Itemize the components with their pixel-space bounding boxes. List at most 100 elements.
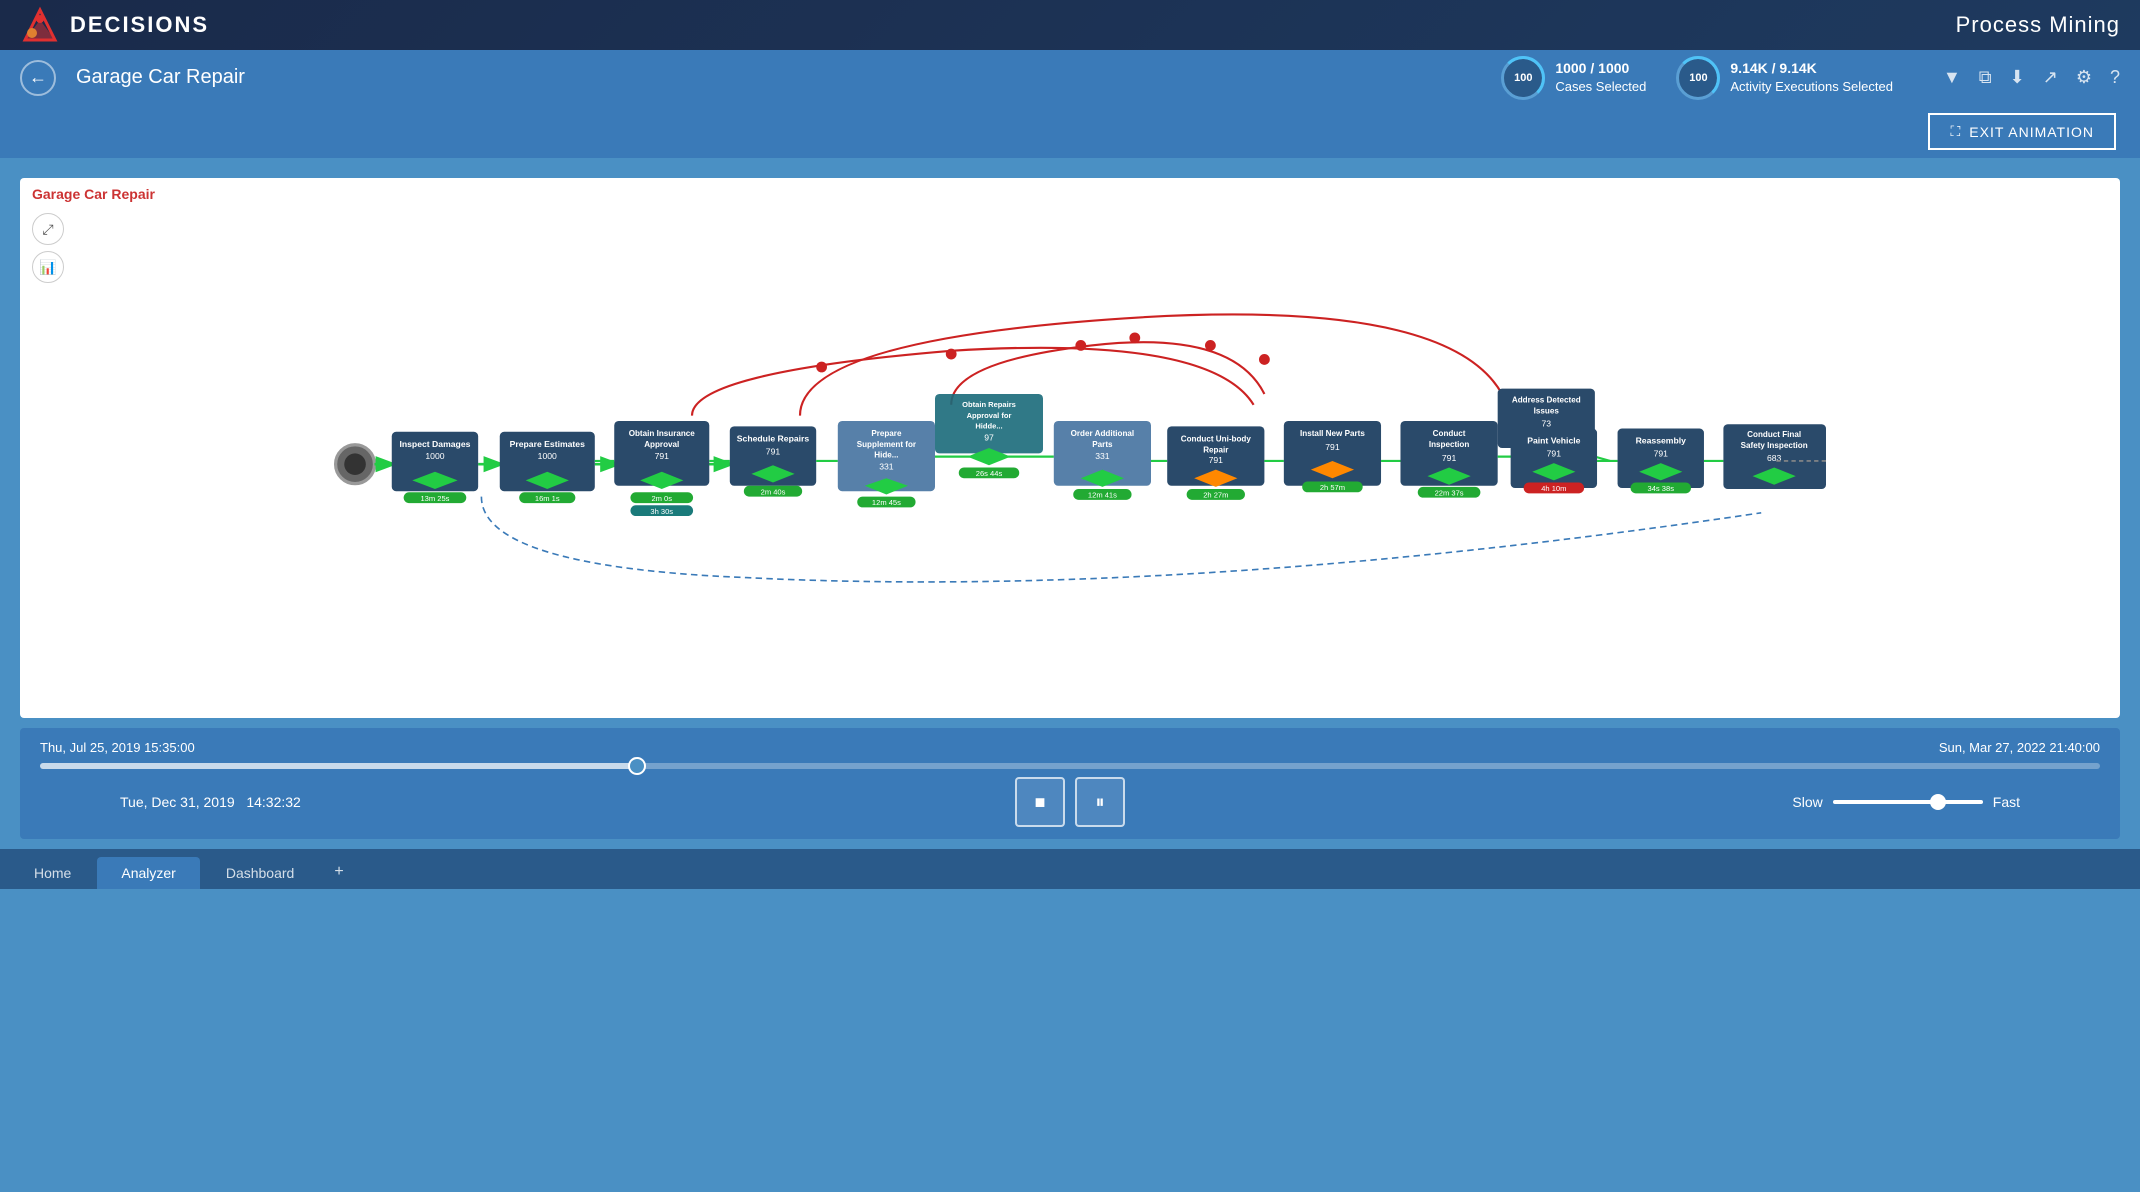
- svg-text:12m 45s: 12m 45s: [872, 498, 901, 507]
- process-canvas[interactable]: Garage Car Repair ⤢ 📊: [20, 178, 2120, 718]
- filter-icon[interactable]: ▼: [1943, 67, 1961, 88]
- svg-text:Conduct: Conduct: [1433, 429, 1466, 438]
- svg-text:Install New Parts: Install New Parts: [1300, 429, 1365, 438]
- svg-text:3h 30s: 3h 30s: [650, 507, 673, 516]
- svg-text:13m 25s: 13m 25s: [420, 494, 449, 503]
- svg-text:Parts: Parts: [1092, 440, 1113, 449]
- speed-slider[interactable]: [1833, 800, 1983, 804]
- node-conduct-unibody[interactable]: Conduct Uni-body Repair 791 2h 27m: [1167, 426, 1264, 499]
- speed-label-fast: Fast: [1993, 794, 2020, 810]
- svg-text:331: 331: [879, 462, 894, 472]
- svg-text:Conduct Uni-body: Conduct Uni-body: [1181, 435, 1252, 444]
- sub-header: ← Garage Car Repair 100 1000 / 1000 Case…: [0, 50, 2140, 105]
- pause-button[interactable]: ⏸: [1075, 777, 1125, 827]
- node-prepare-supplement[interactable]: Prepare Supplement for Hide... 331 12m 4…: [838, 421, 935, 507]
- svg-text:26s 44s: 26s 44s: [976, 469, 1003, 478]
- node-inspect-damages[interactable]: Inspect Damages 1000 13m 25s: [392, 432, 478, 503]
- node-prepare-estimates[interactable]: Prepare Estimates 1000 16m 1s: [500, 432, 595, 503]
- svg-text:791: 791: [1442, 453, 1457, 463]
- node-paint-vehicle[interactable]: Paint Vehicle 791 4h 10m: [1511, 429, 1597, 494]
- page-module-title: Process Mining: [1956, 12, 2120, 38]
- timeline-slider[interactable]: [40, 763, 2100, 769]
- start-inner: [344, 453, 366, 475]
- header-icons: ▼ ⧉ ⬇ ↗ ⚙ ?: [1943, 67, 2120, 88]
- timeline-area: Thu, Jul 25, 2019 15:35:00 Sun, Mar 27, …: [20, 728, 2120, 839]
- cases-percent-badge: 100: [1501, 56, 1545, 100]
- cases-stat: 100 1000 / 1000 Cases Selected: [1501, 56, 1646, 100]
- svg-text:2h 27m: 2h 27m: [1203, 491, 1228, 500]
- main-content: Garage Car Repair ⤢ 📊: [0, 158, 2140, 849]
- svg-text:2m 40s: 2m 40s: [761, 487, 786, 496]
- svg-text:Hidde...: Hidde...: [975, 422, 1002, 431]
- svg-text:Repair: Repair: [1203, 445, 1229, 454]
- download-icon[interactable]: ⬇: [2010, 67, 2025, 88]
- cases-stat-text: 1000 / 1000 Cases Selected: [1555, 59, 1646, 97]
- svg-text:Hide...: Hide...: [874, 451, 898, 460]
- svg-text:Address Detected: Address Detected: [1512, 396, 1581, 405]
- tab-home[interactable]: Home: [10, 857, 95, 889]
- timeline-start-date: Thu, Jul 25, 2019 15:35:00: [40, 740, 195, 755]
- timeline-fill: [40, 763, 637, 769]
- svg-text:Approval for: Approval for: [967, 411, 1012, 420]
- node-conduct-final-inspection[interactable]: Conduct Final Safety Inspection 683: [1723, 424, 1826, 489]
- svg-text:2m 0s: 2m 0s: [651, 494, 672, 503]
- stop-button[interactable]: ■: [1015, 777, 1065, 827]
- executions-stat: 100 9.14K / 9.14K Activity Executions Se…: [1676, 56, 1893, 100]
- app-name: DECISIONS: [70, 12, 209, 38]
- executions-percent-badge: 100: [1676, 56, 1720, 100]
- share-icon[interactable]: ↗: [2043, 67, 2058, 88]
- exit-animation-icon: ⛶: [1950, 123, 1961, 140]
- svg-text:Supplement for: Supplement for: [857, 440, 917, 449]
- node-order-parts[interactable]: Order Additional Parts 331 12m 41s: [1054, 421, 1151, 500]
- logo-icon: [20, 5, 60, 45]
- node-obtain-insurance[interactable]: Obtain Insurance Approval 791 2m 0s 3h 3…: [614, 421, 709, 516]
- stats-area: 100 1000 / 1000 Cases Selected 100 9.14K…: [1501, 56, 2120, 100]
- bottom-tabs: Home Analyzer Dashboard +: [0, 849, 2140, 889]
- tab-analyzer[interactable]: Analyzer: [97, 857, 199, 889]
- help-icon[interactable]: ?: [2110, 67, 2120, 88]
- process-flow-svg: Inspect Damages 1000 13m 25s Prepare Est…: [20, 178, 2120, 718]
- svg-text:73: 73: [1541, 418, 1551, 428]
- settings-icon[interactable]: ⚙: [2076, 67, 2092, 88]
- node-conduct-inspection[interactable]: Conduct Inspection 791 22m 37s: [1400, 421, 1497, 498]
- svg-text:Obtain Insurance: Obtain Insurance: [629, 429, 696, 438]
- svg-text:Safety Inspection: Safety Inspection: [1741, 441, 1808, 450]
- svg-text:16m 1s: 16m 1s: [535, 494, 560, 503]
- node-obtain-repairs-approval[interactable]: Obtain Repairs Approval for Hidde... 97 …: [935, 394, 1043, 478]
- executions-stat-text: 9.14K / 9.14K Activity Executions Select…: [1730, 59, 1893, 97]
- svg-text:791: 791: [1654, 449, 1669, 459]
- svg-text:791: 791: [1325, 442, 1340, 452]
- app-header: DECISIONS Process Mining: [0, 0, 2140, 50]
- svg-text:Paint Vehicle: Paint Vehicle: [1527, 436, 1580, 446]
- svg-text:Schedule Repairs: Schedule Repairs: [737, 434, 810, 444]
- speed-control: Slow Fast: [1792, 794, 2020, 810]
- tab-dashboard[interactable]: Dashboard: [202, 857, 319, 889]
- timeline-end-date: Sun, Mar 27, 2022 21:40:00: [1939, 740, 2100, 755]
- page-title: Garage Car Repair: [76, 66, 1481, 89]
- timeline-thumb[interactable]: [628, 757, 646, 775]
- svg-text:791: 791: [1209, 455, 1224, 465]
- svg-text:791: 791: [766, 446, 781, 456]
- timeline-dates: Thu, Jul 25, 2019 15:35:00 Sun, Mar 27, …: [40, 740, 2100, 755]
- svg-text:Conduct Final: Conduct Final: [1747, 430, 1801, 439]
- copy-icon[interactable]: ⧉: [1979, 67, 1992, 88]
- svg-text:Reassembly: Reassembly: [1636, 436, 1687, 446]
- node-reassembly[interactable]: Reassembly 791 34s 38s: [1618, 429, 1704, 494]
- svg-text:Inspect Damages: Inspect Damages: [399, 439, 470, 449]
- node-schedule-repairs[interactable]: Schedule Repairs 791 2m 40s: [730, 426, 816, 496]
- speed-thumb[interactable]: [1930, 794, 1946, 810]
- back-button[interactable]: ←: [20, 60, 56, 96]
- svg-text:1000: 1000: [538, 451, 557, 461]
- svg-text:22m 37s: 22m 37s: [1435, 489, 1464, 498]
- svg-text:Approval: Approval: [644, 440, 679, 449]
- svg-text:Order Additional: Order Additional: [1071, 429, 1135, 438]
- node-install-new-parts[interactable]: Install New Parts 791 2h 57m: [1284, 421, 1381, 492]
- tab-add-button[interactable]: +: [320, 855, 357, 889]
- exit-animation-button[interactable]: ⛶ EXIT ANIMATION: [1928, 113, 2116, 150]
- logo-area: DECISIONS: [20, 5, 209, 45]
- svg-text:Obtain Repairs: Obtain Repairs: [962, 400, 1016, 409]
- speed-label-slow: Slow: [1792, 794, 1822, 810]
- svg-text:4h 10m: 4h 10m: [1541, 484, 1566, 493]
- svg-text:12m 41s: 12m 41s: [1088, 491, 1117, 500]
- svg-text:Issues: Issues: [1534, 406, 1560, 415]
